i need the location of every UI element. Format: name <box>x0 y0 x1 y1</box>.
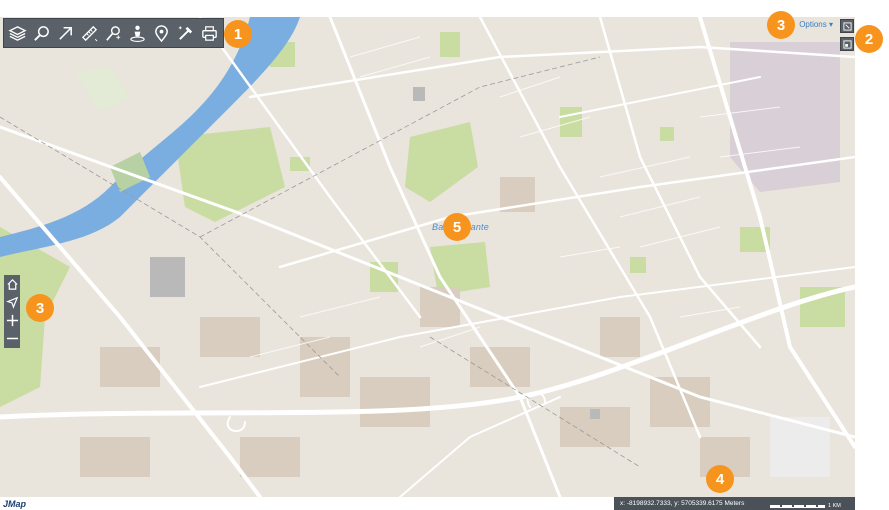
select-arrow-icon[interactable] <box>54 20 77 46</box>
coordinate-readout: x: -8198932.7333, y: 5705339.6175 Meters <box>620 500 745 507</box>
layers-icon[interactable] <box>6 20 29 46</box>
print-icon[interactable] <box>198 20 221 46</box>
search-icon[interactable] <box>30 20 53 46</box>
locate-me-button[interactable] <box>5 295 19 310</box>
map-toolbar <box>3 18 224 48</box>
callout-badge-2: 2 <box>855 25 883 53</box>
callout-badge-4: 4 <box>706 465 734 493</box>
callout-badge-3-options: 3 <box>767 11 795 39</box>
jmap-logo: JMap <box>3 499 27 509</box>
zoom-out-button[interactable] <box>5 331 19 346</box>
fullscreen-toggle-button[interactable] <box>840 19 854 33</box>
scale-bar: 1 KM <box>770 503 841 509</box>
location-marker-icon[interactable] <box>150 20 173 46</box>
expand-icon <box>842 21 852 31</box>
minus-icon <box>6 337 18 340</box>
streetview-person-icon[interactable] <box>126 20 149 46</box>
measure-ruler-icon[interactable] <box>78 20 101 46</box>
minimap-icon <box>842 39 852 49</box>
zoom-in-button[interactable] <box>5 313 19 328</box>
callout-badge-1: 1 <box>224 20 252 48</box>
options-menu[interactable]: Options ▾ <box>799 20 833 29</box>
navigation-controls <box>4 275 20 348</box>
callout-badge-3-navigation: 3 <box>26 294 54 322</box>
edit-tools-icon[interactable] <box>174 20 197 46</box>
plus-icon <box>6 314 18 327</box>
scale-bar-graphic <box>770 504 825 508</box>
home-extent-button[interactable] <box>5 277 19 292</box>
navigation-arrow-icon <box>5 296 18 309</box>
geocode-pin-icon[interactable] <box>102 20 125 46</box>
home-icon <box>6 279 18 290</box>
scale-label: 1 KM <box>828 503 841 509</box>
map-graphics <box>0 17 855 497</box>
map-canvas[interactable] <box>0 17 855 497</box>
overview-map-button[interactable] <box>840 37 854 51</box>
callout-badge-5: 5 <box>443 213 471 241</box>
